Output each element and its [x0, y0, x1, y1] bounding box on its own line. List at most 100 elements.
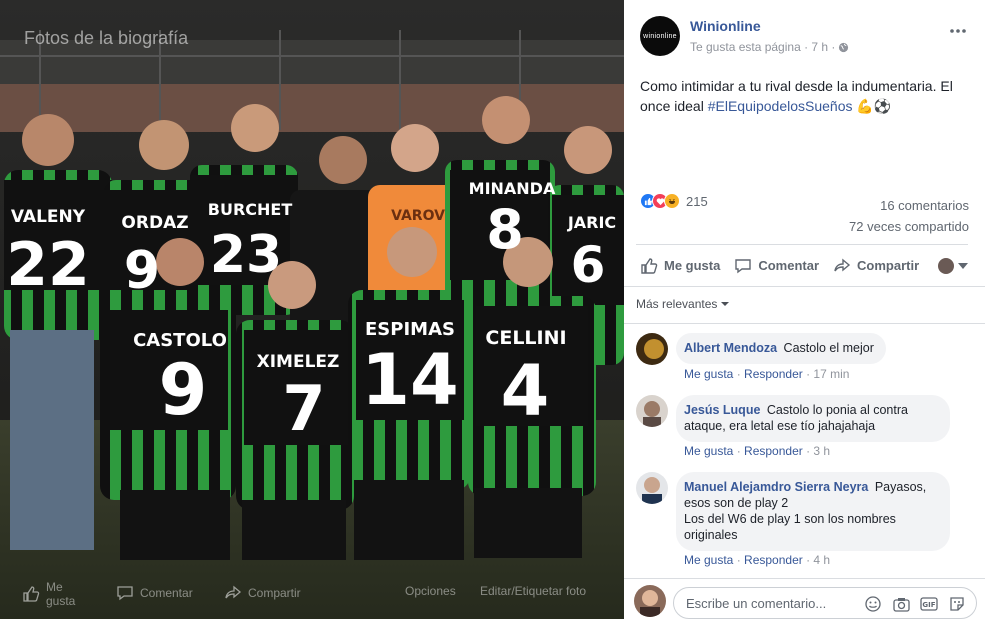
comment-actions: Me gusta · Responder · 17 min	[684, 367, 850, 381]
jersey-number: 9	[124, 241, 160, 301]
jersey-name: VAROV	[391, 208, 445, 224]
comment-like-link[interactable]: Me gusta	[684, 444, 733, 458]
comment-reply-link[interactable]: Responder	[744, 553, 803, 567]
comment-time[interactable]: 3 h	[813, 444, 830, 458]
comment-sort-dropdown[interactable]: Más relevantes	[636, 297, 730, 311]
page-avatar-logo: winionline	[643, 32, 677, 40]
globe-icon[interactable]	[838, 42, 849, 53]
comment-text: Castolo el mejor	[783, 341, 874, 355]
thumbs-up-icon	[641, 257, 658, 274]
photo-tag-label: Editar/Etiquetar foto	[480, 584, 587, 598]
comment-bubble: Albert Mendoza Castolo el mejor	[676, 333, 886, 364]
photo-options-label: Opciones	[405, 584, 456, 598]
camera-icon[interactable]	[892, 595, 910, 613]
hashtag-link[interactable]: #ElEquipodelosSueños	[708, 98, 853, 114]
jersey-number: 22	[6, 230, 90, 300]
comment-time[interactable]: 17 min	[813, 367, 849, 381]
comment-button[interactable]: Comentar	[734, 257, 819, 275]
like-button[interactable]: Me gusta	[640, 257, 720, 275]
jersey-name: ESPIMAS	[365, 319, 455, 340]
comment-sort-label: Más relevantes	[636, 297, 718, 311]
share-icon	[225, 585, 242, 599]
jersey-name: ORDAZ	[121, 213, 188, 233]
photo-like-button[interactable]: Me gusta	[22, 580, 78, 608]
comment-reply-link[interactable]: Responder	[744, 367, 803, 381]
share-label: Compartir	[857, 258, 920, 273]
post-emoji: 💪⚽	[856, 98, 892, 114]
comment-author-link[interactable]: Manuel Alejamdro Sierra Neyra	[684, 480, 868, 494]
caret-down-icon	[721, 302, 730, 306]
post-meta-text: Te gusta esta página · 7 h ·	[690, 40, 836, 54]
comment-bubble: Jesús Luque Castolo lo ponia al contra a…	[676, 395, 950, 442]
posting-as-selector[interactable]	[938, 257, 968, 274]
page-name-link[interactable]: Winionline	[690, 18, 761, 34]
jersey-name: CELLINI	[485, 327, 566, 349]
photo-share-button[interactable]: Compartir	[224, 584, 301, 602]
jersey-name: BURCHET	[208, 200, 293, 219]
share-icon	[834, 258, 851, 271]
gif-icon[interactable]: GIF	[920, 595, 938, 613]
comment-input-placeholder: Escribe un comentario...	[686, 596, 827, 611]
share-button[interactable]: Compartir	[833, 257, 919, 275]
post-side-panel: winionline Winionline Te gusta esta pági…	[624, 0, 985, 619]
like-label: Me gusta	[664, 258, 721, 273]
composer-tools: GIF	[864, 595, 966, 613]
jersey-number: 7	[282, 372, 325, 445]
comment-text-line2: Los del W6 de play 1 son los nombres ori…	[684, 512, 896, 542]
photo-comment-label: Comentar	[140, 586, 193, 600]
emoji-icon[interactable]	[864, 595, 882, 613]
shares-count-link[interactable]: 72 veces compartido	[849, 216, 969, 237]
comment-like-link[interactable]: Me gusta	[684, 367, 733, 381]
comment-reply-link[interactable]: Responder	[744, 444, 803, 458]
comments-count-link[interactable]: 16 comentarios	[849, 195, 969, 216]
photo-tag-button[interactable]: Editar/Etiquetar foto	[480, 584, 586, 598]
post-header: winionline Winionline Te gusta esta pági…	[640, 16, 970, 56]
commenter-avatar[interactable]	[636, 395, 668, 427]
comment-author-link[interactable]: Albert Mendoza	[684, 341, 777, 355]
profile-avatar	[938, 257, 954, 274]
jersey-name: CASTOLO	[133, 330, 227, 351]
photo-like-label: Me gusta	[46, 580, 76, 608]
post-actions-bar: Me gusta Comentar Compartir	[636, 244, 968, 286]
comment-author-link[interactable]: Jesús Luque	[684, 403, 760, 417]
divider	[624, 323, 985, 324]
jersey-name: MINANDA	[469, 179, 556, 198]
svg-text:GIF: GIF	[922, 601, 935, 609]
album-title[interactable]: Fotos de la biografía	[24, 28, 188, 49]
comment-bubble: Manuel Alejamdro Sierra Neyra Payasos, e…	[676, 472, 950, 551]
my-avatar	[634, 585, 666, 617]
haha-reaction-icon	[664, 193, 680, 209]
reactions-summary[interactable]: 215	[640, 193, 708, 209]
reactions-count: 215	[686, 193, 708, 209]
comment-time[interactable]: 4 h	[813, 553, 830, 567]
comment-icon	[735, 258, 752, 273]
chevron-down-icon	[958, 262, 968, 269]
jersey-number: 9	[159, 349, 208, 431]
post-meta: Te gusta esta página · 7 h ·	[690, 40, 849, 54]
comment-composer: Escribe un comentario... GIF	[624, 578, 985, 619]
jersey-name: XIMELEZ	[257, 352, 340, 372]
jersey-name: JARIC	[567, 213, 616, 232]
comment-like-link[interactable]: Me gusta	[684, 553, 733, 567]
comment-actions: Me gusta · Responder · 3 h	[684, 444, 831, 458]
divider	[624, 286, 985, 287]
comment-actions: Me gusta · Responder · 4 h	[684, 553, 831, 567]
commenter-avatar[interactable]	[636, 333, 668, 365]
photo-comment-button[interactable]: Comentar	[116, 584, 193, 602]
team-photo: VALENY 22 ORDAZ 9 BURCHET 23 VAROV MINAN…	[0, 0, 624, 619]
sticker-icon[interactable]	[948, 595, 966, 613]
photo-options-button[interactable]: Opciones	[405, 584, 456, 598]
photo-viewer[interactable]: VALENY 22 ORDAZ 9 BURCHET 23 VAROV MINAN…	[0, 0, 624, 619]
comment-input[interactable]: Escribe un comentario... GIF	[673, 587, 977, 619]
jersey-number: 8	[486, 198, 524, 261]
post-text: Como intimidar a tu rival desde la indum…	[640, 76, 970, 116]
page-avatar[interactable]: winionline	[640, 16, 680, 56]
commenter-avatar[interactable]	[636, 472, 668, 504]
more-options-icon[interactable]	[950, 20, 966, 38]
engagement-counts: 16 comentarios 72 veces compartido	[849, 195, 969, 237]
comment-icon	[117, 586, 133, 601]
jersey-number: 23	[210, 225, 282, 285]
thumbs-up-icon	[23, 586, 40, 602]
photo-share-label: Compartir	[248, 586, 301, 600]
jersey-number: 6	[571, 236, 606, 294]
